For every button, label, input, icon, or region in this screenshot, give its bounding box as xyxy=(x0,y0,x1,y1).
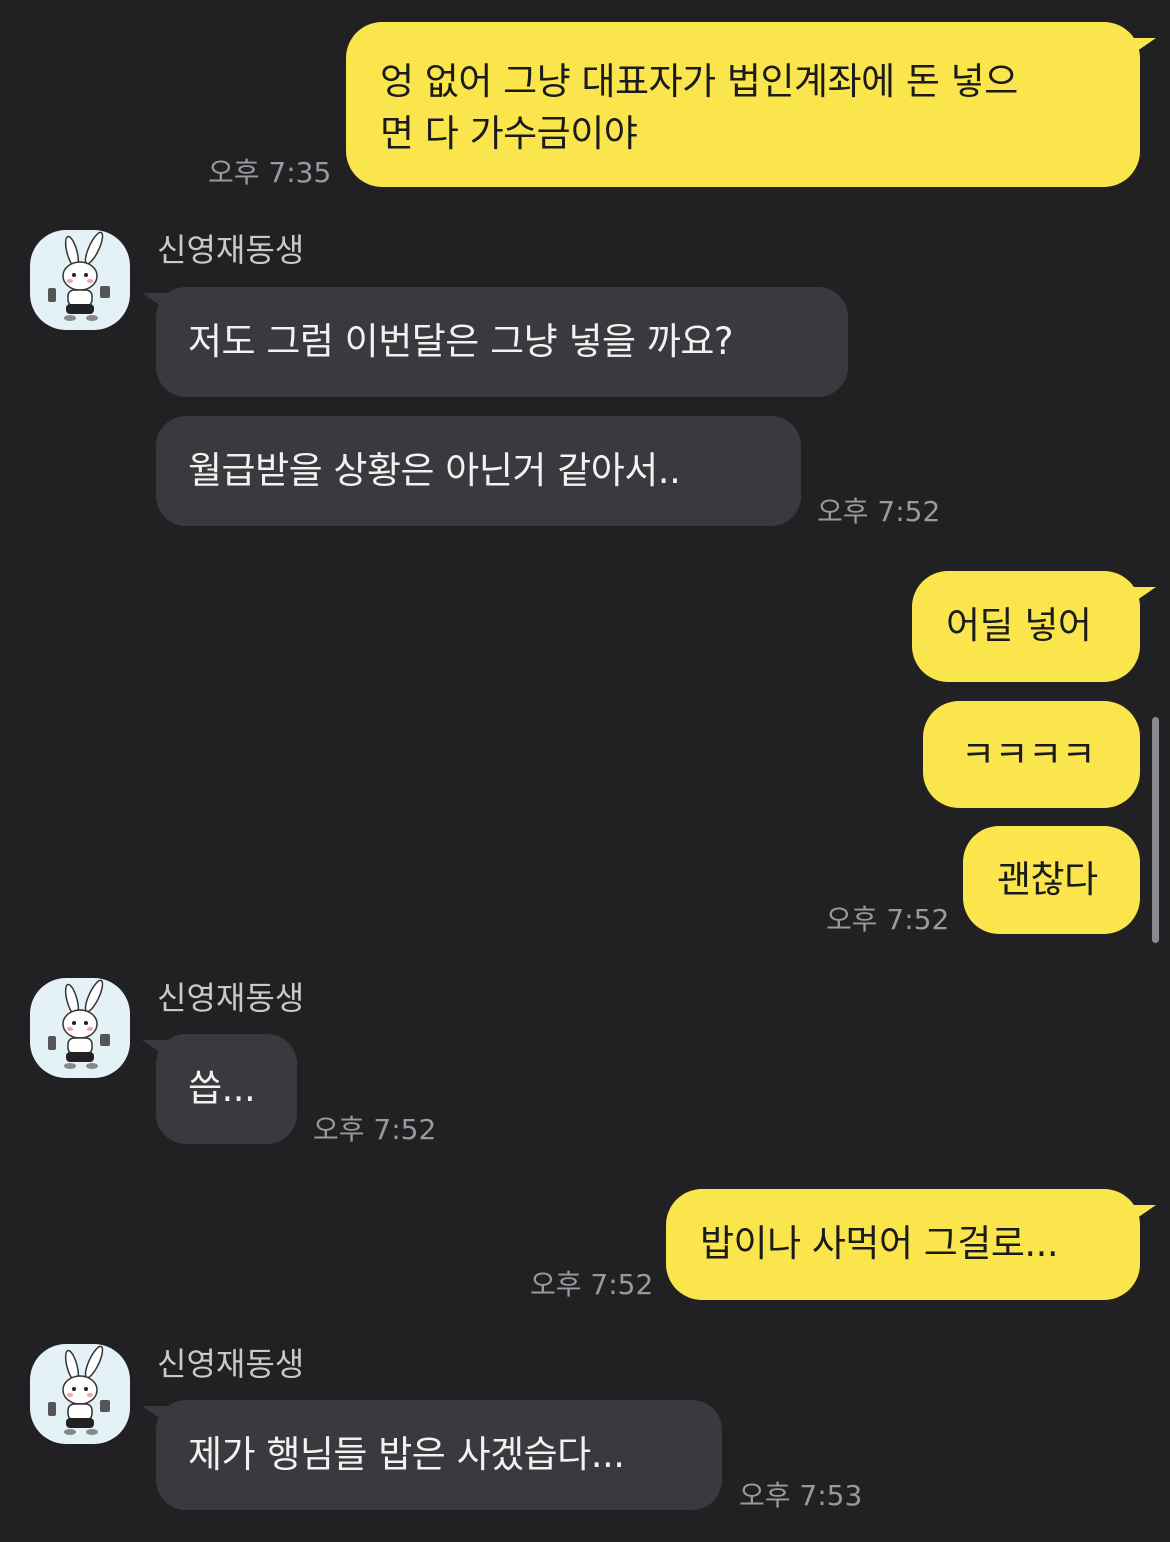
chat-view[interactable]: 엉 없어 그냥 대표자가 법인계좌에 돈 넣으 면 다 가수금이야 오후 7:3… xyxy=(0,0,1170,1542)
message-text: 밥이나 사먹어 그걸로... xyxy=(700,1222,1059,1265)
message-text-line: 엉 없어 그냥 대표자가 법인계좌에 돈 넣으 xyxy=(380,60,1018,103)
their-message-bubble[interactable]: 월급받을 상황은 아닌거 같아서.. xyxy=(156,416,801,526)
sender-avatar[interactable] xyxy=(30,1344,130,1444)
message-timestamp: 오후 7:53 xyxy=(739,1479,863,1512)
scrollbar[interactable] xyxy=(1152,717,1159,943)
rabbit-avatar-icon xyxy=(48,1345,110,1435)
message-text: ㅋㅋㅋㅋ xyxy=(961,733,1096,776)
message-text: 저도 그럼 이번달은 그냥 넣을 까요? xyxy=(188,320,734,363)
sender-name: 신영재동생 xyxy=(157,979,305,1017)
my-message-bubble[interactable]: 엉 없어 그냥 대표자가 법인계좌에 돈 넣으 면 다 가수금이야 xyxy=(346,22,1156,187)
my-message-bubble[interactable]: ㅋㅋㅋㅋ xyxy=(923,701,1140,808)
message-timestamp: 오후 7:35 xyxy=(208,156,332,189)
rabbit-avatar-icon xyxy=(48,231,110,321)
rabbit-avatar-icon xyxy=(48,979,110,1069)
my-message-bubble[interactable]: 어딜 넣어 xyxy=(912,571,1156,682)
message-text: 어딜 넣어 xyxy=(946,604,1092,647)
message-timestamp: 오후 7:52 xyxy=(530,1268,654,1301)
message-text: 월급받을 상황은 아닌거 같아서.. xyxy=(188,449,681,492)
their-message-bubble[interactable]: 저도 그럼 이번달은 그냥 넣을 까요? xyxy=(142,287,848,397)
sender-name: 신영재동생 xyxy=(157,231,305,269)
message-timestamp: 오후 7:52 xyxy=(313,1113,437,1146)
message-timestamp: 오후 7:52 xyxy=(817,495,941,528)
sender-name: 신영재동생 xyxy=(157,1345,305,1383)
sender-avatar[interactable] xyxy=(30,978,130,1078)
their-message-bubble[interactable]: 제가 행님들 밥은 사겠습다... xyxy=(142,1400,722,1510)
my-message-bubble[interactable]: 괜찮다 xyxy=(963,826,1140,934)
message-text: 씁... xyxy=(188,1067,256,1110)
sender-avatar[interactable] xyxy=(30,230,130,330)
message-text: 제가 행님들 밥은 사겠습다... xyxy=(188,1433,625,1476)
message-text: 괜찮다 xyxy=(997,858,1098,901)
message-text-line: 면 다 가수금이야 xyxy=(380,112,638,155)
message-timestamp: 오후 7:52 xyxy=(826,903,950,936)
their-message-bubble[interactable]: 씁... xyxy=(142,1034,297,1144)
my-message-bubble[interactable]: 밥이나 사먹어 그걸로... xyxy=(666,1189,1156,1300)
